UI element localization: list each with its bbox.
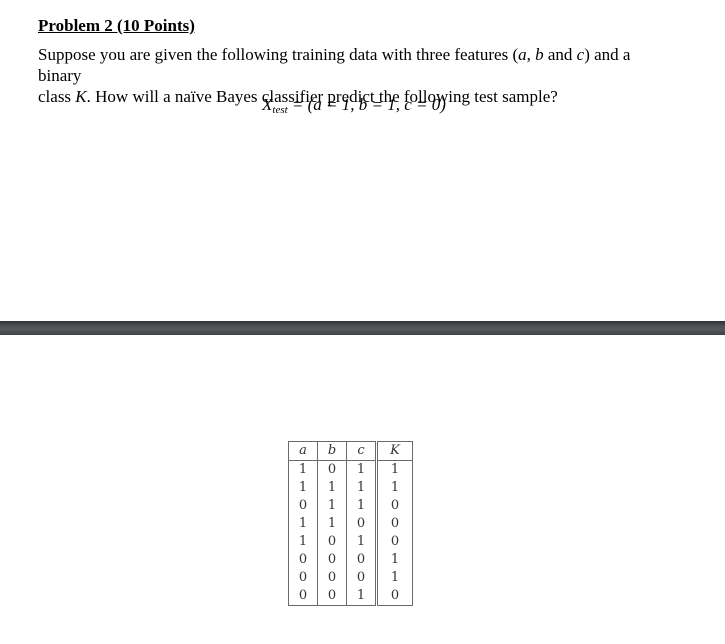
formula-var: X: [262, 95, 273, 114]
header-k: K: [375, 441, 413, 461]
conjunction: and: [543, 45, 577, 64]
var-b: b: [535, 45, 544, 64]
formula-subscript: test: [272, 104, 288, 116]
table-cell-b: 1: [317, 479, 347, 497]
table-cell-b: 1: [317, 497, 347, 515]
table-cell-k: 1: [375, 569, 413, 587]
table-cell-a: 1: [288, 479, 318, 497]
table-cell-a: 1: [288, 460, 318, 479]
table-cell-k: 0: [375, 587, 413, 606]
table-cell-c: 0: [346, 569, 377, 587]
table-cell-c: 1: [346, 587, 377, 606]
test-sample-formula: Xtest = (a = 1, b = 1, c = 0): [262, 95, 446, 120]
table-cell-k: 0: [375, 497, 413, 515]
table-cell-k: 1: [375, 460, 413, 479]
table-cell-b: 0: [317, 569, 347, 587]
table-cell-k: 0: [375, 533, 413, 551]
table-row: 1010: [288, 533, 413, 551]
table-cell-b: 0: [317, 587, 347, 606]
var-k: K: [75, 87, 87, 106]
page-divider: [0, 321, 725, 335]
table-cell-a: 0: [288, 569, 318, 587]
table-row: 0110: [288, 497, 413, 515]
table-cell-c: 1: [346, 460, 377, 479]
table-cell-b: 0: [317, 460, 347, 479]
table-cell-k: 1: [375, 551, 413, 569]
table-cell-a: 0: [288, 497, 318, 515]
table-row: 1011: [288, 460, 413, 479]
table-row: 1111: [288, 479, 413, 497]
table-cell-a: 1: [288, 533, 318, 551]
problem-title: Problem 2 (10 Points): [38, 16, 195, 35]
header-c: c: [346, 441, 377, 461]
table-cell-c: 1: [346, 497, 377, 515]
training-data-table: a b c K 10111111011011001010000100010010: [288, 441, 413, 606]
table-row: 0001: [288, 551, 413, 569]
table-header-row: a b c K: [288, 441, 413, 461]
formula-body: = (a = 1, b = 1, c = 0): [287, 95, 446, 114]
table-cell-c: 1: [346, 533, 377, 551]
table-cell-k: 1: [375, 479, 413, 497]
header-b: b: [317, 441, 347, 461]
statement-text: Suppose you are given the following trai…: [38, 45, 519, 64]
table-row: 0001: [288, 569, 413, 587]
table-cell-c: 0: [346, 551, 377, 569]
table-cell-b: 1: [317, 515, 347, 533]
header-a: a: [288, 441, 318, 461]
table-cell-a: 0: [288, 551, 318, 569]
table-row: 1100: [288, 515, 413, 533]
table-row: 0010: [288, 587, 413, 606]
table-cell-a: 0: [288, 587, 318, 606]
statement-text: class: [38, 87, 76, 106]
table-cell-c: 1: [346, 479, 377, 497]
table-cell-k: 0: [375, 515, 413, 533]
table-cell-c: 0: [346, 515, 377, 533]
var-a: a: [518, 45, 527, 64]
separator: ,: [526, 45, 536, 64]
table-cell-b: 0: [317, 551, 347, 569]
table-cell-a: 1: [288, 515, 318, 533]
table-cell-b: 0: [317, 533, 347, 551]
